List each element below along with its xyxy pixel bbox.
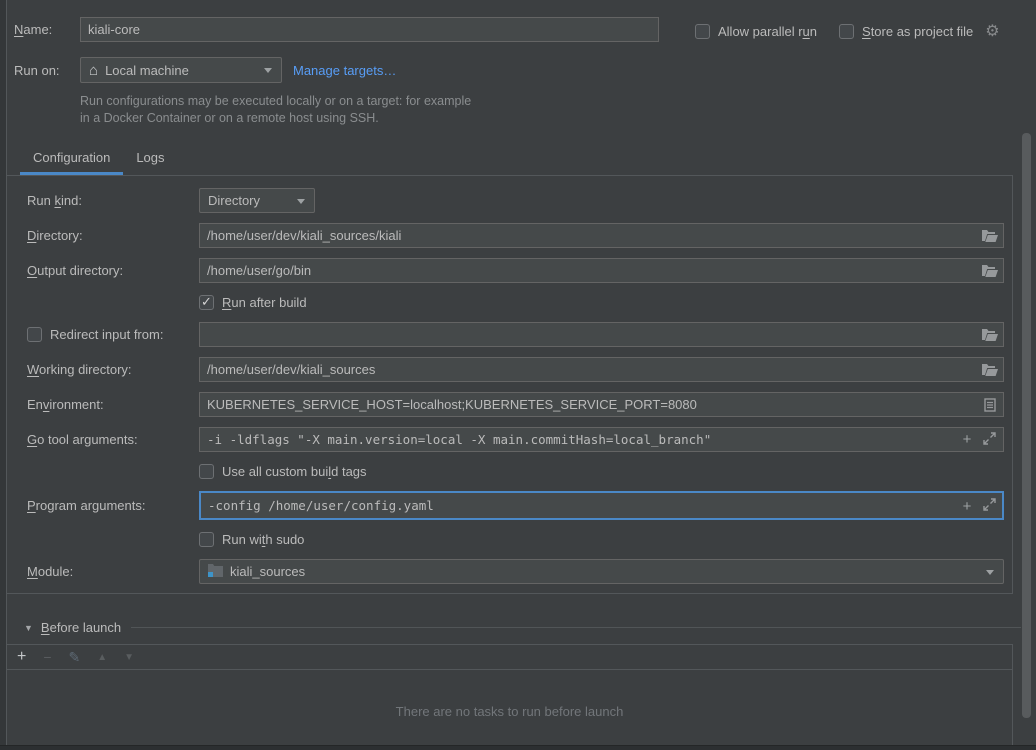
browse-folder-icon[interactable] xyxy=(981,361,999,378)
gear-icon[interactable]: ⚙ xyxy=(985,21,999,41)
browse-variables-icon[interactable] xyxy=(981,396,999,413)
allow-parallel-run-checkbox[interactable]: ✓ Allow parallel run xyxy=(695,24,817,39)
tab-configuration[interactable]: Configuration xyxy=(20,142,123,175)
checkbox-box[interactable]: ✓ xyxy=(839,24,854,39)
run-kind-value: Directory xyxy=(208,193,260,208)
store-as-project-file-checkbox[interactable]: ✓ Store as project file ⚙ xyxy=(839,21,1000,41)
module-value: kiali_sources xyxy=(230,564,305,579)
before-launch-toolbar: + − ✎ ▲ ▼ xyxy=(7,645,1012,670)
checkbox-box[interactable]: ✓ xyxy=(199,532,214,547)
working-directory-label: Working directory: xyxy=(27,362,199,377)
allow-parallel-run-label[interactable]: Allow parallel run xyxy=(718,24,817,39)
directory-input[interactable] xyxy=(199,223,1004,248)
run-with-sudo-checkbox[interactable]: ✓ Run with sudo xyxy=(199,532,304,547)
expand-field-icon[interactable] xyxy=(983,432,996,448)
before-launch-task-list: There are no tasks to run before launch xyxy=(7,670,1012,750)
environment-label: Environment: xyxy=(27,397,199,412)
name-label: Name: xyxy=(7,22,80,37)
collapse-triangle-icon[interactable]: ▼ xyxy=(24,623,33,633)
redirect-input-label[interactable]: Redirect input from: xyxy=(50,327,163,342)
directory-label: Directory: xyxy=(27,228,199,243)
add-task-icon[interactable]: + xyxy=(17,648,26,666)
module-icon xyxy=(208,564,223,580)
manage-targets-link[interactable]: Manage targets… xyxy=(293,63,396,78)
use-all-custom-build-tags-label[interactable]: Use all custom build tags xyxy=(222,464,367,479)
store-as-project-file-label[interactable]: Store as project file xyxy=(862,24,973,39)
use-all-custom-build-tags-checkbox[interactable]: ✓ Use all custom build tags xyxy=(199,464,367,479)
module-select[interactable]: kiali_sources xyxy=(199,559,1004,584)
chevron-down-icon xyxy=(297,199,305,204)
chevron-down-icon xyxy=(986,570,994,575)
run-kind-select[interactable]: Directory xyxy=(199,188,315,213)
chevron-down-icon xyxy=(264,68,272,73)
program-arguments-input[interactable] xyxy=(199,491,1004,520)
output-directory-input[interactable] xyxy=(199,258,1004,283)
dialog-bottom-edge xyxy=(0,745,1036,750)
run-kind-label: Run kind: xyxy=(27,193,199,208)
checkbox-box[interactable]: ✓ xyxy=(199,464,214,479)
run-configuration-dialog: Name: ✓ Allow parallel run ✓ Store as pr… xyxy=(0,0,1036,750)
move-up-icon: ▲ xyxy=(97,652,107,663)
go-tool-arguments-input[interactable] xyxy=(199,427,1004,452)
tab-logs[interactable]: Logs xyxy=(123,142,177,175)
checkbox-box[interactable]: ✓ xyxy=(695,24,710,39)
run-on-value: Local machine xyxy=(105,63,189,78)
browse-folder-icon[interactable] xyxy=(981,326,999,343)
run-on-hint: Run configurations may be executed local… xyxy=(80,93,1023,127)
move-down-icon: ▼ xyxy=(124,652,134,663)
vertical-scrollbar-thumb[interactable] xyxy=(1022,133,1031,718)
browse-folder-icon[interactable] xyxy=(981,227,999,244)
go-tool-arguments-label: Go tool arguments: xyxy=(27,432,199,447)
expand-field-icon[interactable] xyxy=(983,498,996,514)
run-on-select[interactable]: ⌂ Local machine xyxy=(80,57,282,83)
checkbox-box[interactable]: ✓ xyxy=(199,295,214,310)
home-icon: ⌂ xyxy=(89,63,98,78)
name-input[interactable] xyxy=(80,17,659,42)
redirect-input-file-input[interactable] xyxy=(199,322,1004,347)
run-after-build-label[interactable]: Run after build xyxy=(222,295,307,310)
run-on-label: Run on: xyxy=(7,63,80,78)
divider xyxy=(131,627,1021,628)
insert-macro-plus-icon[interactable]: + xyxy=(960,498,974,515)
tab-bar: Configuration Logs xyxy=(20,142,1023,175)
remove-task-icon: − xyxy=(43,649,51,665)
output-directory-label: Output directory: xyxy=(27,263,199,278)
empty-tasks-text: There are no tasks to run before launch xyxy=(396,704,624,719)
checkmark-icon: ✓ xyxy=(201,294,212,310)
environment-input[interactable] xyxy=(199,392,1004,417)
before-launch-title[interactable]: Before launch xyxy=(41,620,121,635)
working-directory-input[interactable] xyxy=(199,357,1004,382)
insert-macro-plus-icon[interactable]: + xyxy=(960,431,974,448)
browse-folder-icon[interactable] xyxy=(981,262,999,279)
edit-task-icon: ✎ xyxy=(69,649,81,666)
run-after-build-checkbox[interactable]: ✓ Run after build xyxy=(199,295,307,310)
program-arguments-label: Program arguments: xyxy=(27,498,199,513)
redirect-input-checkbox[interactable]: ✓ Redirect input from: xyxy=(27,327,199,342)
run-with-sudo-label[interactable]: Run with sudo xyxy=(222,532,304,547)
module-label: Module: xyxy=(27,564,199,579)
checkbox-box[interactable]: ✓ xyxy=(27,327,42,342)
before-launch-panel: + − ✎ ▲ ▼ There are no tasks to run befo… xyxy=(6,644,1013,750)
configuration-panel: Run kind: Directory Directory: Output di… xyxy=(6,175,1013,594)
